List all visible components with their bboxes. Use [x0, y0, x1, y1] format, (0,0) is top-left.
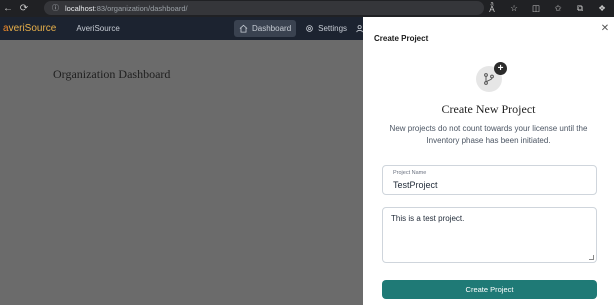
logo[interactable]: averiSource — [3, 23, 56, 34]
split-screen-icon[interactable]: ◫ — [528, 3, 544, 14]
close-icon[interactable]: ✕ — [600, 24, 610, 34]
back-icon[interactable]: ← — [0, 0, 16, 17]
description-textarea[interactable]: This is a test project. — [391, 214, 591, 254]
browser-toolbar: ← ⟳ ⓘ localhost:83/organization/dashboar… — [0, 0, 614, 17]
resize-handle-icon[interactable] — [589, 255, 594, 260]
nav-dashboard[interactable]: Dashboard — [234, 20, 297, 37]
extension-icon[interactable]: ❖ — [594, 3, 610, 14]
address-bar[interactable]: ⓘ localhost:83/organization/dashboard/ — [44, 1, 484, 15]
url-path: :83/organization/dashboard/ — [94, 3, 188, 13]
favorite-star-icon[interactable]: ☆ — [506, 3, 522, 14]
nav-settings[interactable]: Settings — [300, 20, 352, 37]
project-name-field[interactable]: Project Name — [382, 165, 597, 195]
create-project-heading: Create New Project — [441, 102, 536, 116]
project-name-label: Project Name — [393, 170, 427, 176]
info-icon[interactable]: ⓘ — [52, 5, 59, 12]
read-aloud-icon[interactable]: Aͣ — [484, 4, 500, 14]
collections-icon[interactable]: ⧉ — [572, 3, 588, 14]
project-name-input[interactable] — [393, 180, 588, 190]
refresh-icon[interactable]: ⟳ — [16, 0, 32, 17]
plus-icon: + — [494, 62, 507, 75]
description-field[interactable]: This is a test project. — [382, 207, 597, 263]
url-host: localhost — [65, 3, 95, 13]
page-title: Organization Dashboard — [53, 67, 171, 81]
create-project-drawer: Create Project ✕ + Create New Project Ne… — [363, 17, 614, 305]
gear-icon — [306, 25, 313, 32]
home-icon — [239, 24, 248, 33]
org-name: AveriSource — [76, 24, 120, 33]
git-branch-icon — [484, 73, 494, 85]
create-project-button[interactable]: Create Project — [382, 280, 597, 299]
nav-dashboard-label: Dashboard — [252, 24, 292, 33]
favorites-icon[interactable]: ✩ — [550, 3, 566, 14]
nav-settings-label: Settings — [318, 24, 348, 33]
drawer-title: Create Project — [374, 34, 429, 43]
license-info-text: New projects do not count towards your l… — [389, 124, 588, 145]
